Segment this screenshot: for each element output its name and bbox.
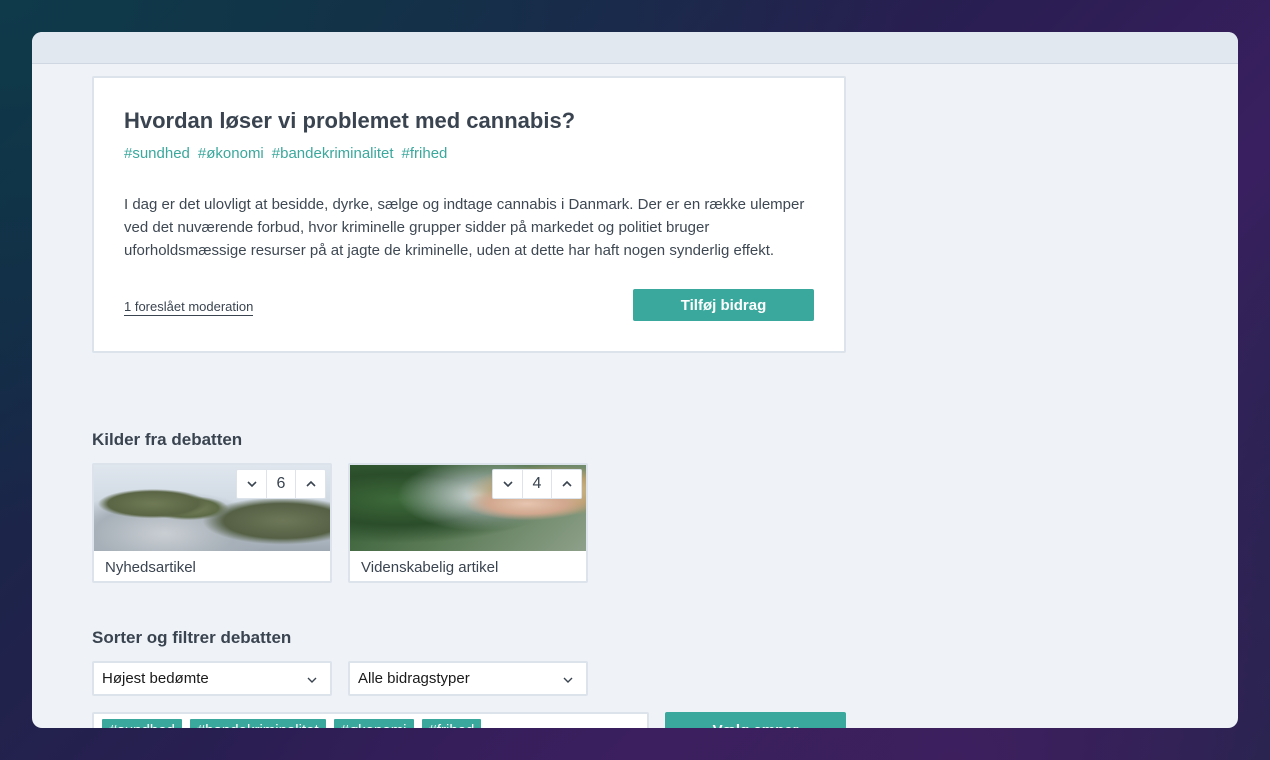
downvote-button[interactable]: [237, 470, 266, 498]
chevron-up-icon: [561, 480, 572, 487]
tag-filter-input[interactable]: #sundhed #bandekriminalitet #økonomi #fr…: [92, 712, 649, 728]
vote-count: 4: [522, 470, 552, 498]
tag-link[interactable]: #frihed: [402, 145, 448, 162]
tag-chip[interactable]: #økonomi: [333, 718, 414, 728]
question-description: I dag er det ulovligt at besidde, dyrke,…: [124, 196, 805, 259]
chevron-down-icon: [563, 677, 573, 683]
tag-chip[interactable]: #sundhed: [102, 718, 182, 728]
window-titlebar: [32, 32, 1238, 64]
add-contribution-button[interactable]: Tilføj bidrag: [633, 289, 814, 321]
source-card[interactable]: 4 Videnskabelig artikel: [348, 463, 588, 583]
choose-topics-button[interactable]: Vælg emner: [665, 712, 846, 728]
tag-link[interactable]: #sundhed: [124, 145, 190, 162]
sort-select[interactable]: Højest bedømte: [92, 661, 332, 696]
chevron-down-icon: [502, 481, 513, 488]
chevron-up-icon: [305, 480, 316, 487]
tag-chip[interactable]: #bandekriminalitet: [189, 718, 326, 728]
upvote-button[interactable]: [296, 470, 325, 498]
question-card: Hvordan løser vi problemet med cannabis?…: [92, 76, 846, 353]
upvote-button[interactable]: [552, 470, 581, 498]
vote-count: 6: [266, 470, 296, 498]
chevron-down-icon: [246, 481, 257, 488]
source-type-label: Nyhedsartikel: [105, 559, 196, 576]
source-card[interactable]: 6 Nyhedsartikel: [92, 463, 332, 583]
question-title: Hvordan løser vi problemet med cannabis?: [124, 108, 576, 133]
vote-control: 6: [236, 469, 326, 499]
type-select-value: Alle bidragstyper: [358, 670, 470, 687]
question-tags: #sundhed #økonomi #bandekriminalitet #fr…: [124, 145, 447, 162]
tag-chip[interactable]: #frihed: [421, 718, 482, 728]
sort-select-value: Højest bedømte: [102, 670, 209, 687]
tag-link[interactable]: #økonomi: [198, 145, 264, 162]
type-select[interactable]: Alle bidragstyper: [348, 661, 588, 696]
downvote-button[interactable]: [493, 470, 522, 498]
source-type-label: Videnskabelig artikel: [361, 559, 499, 576]
vote-control: 4: [492, 469, 582, 499]
chevron-down-icon: [307, 677, 317, 683]
filter-heading: Sorter og filtrer debatten: [92, 628, 292, 647]
moderation-link[interactable]: 1 foreslået moderation: [124, 299, 254, 316]
app-window: Hvordan løser vi problemet med cannabis?…: [32, 32, 1238, 728]
sources-heading: Kilder fra debatten: [92, 430, 243, 449]
tag-link[interactable]: #bandekriminalitet: [272, 145, 394, 162]
